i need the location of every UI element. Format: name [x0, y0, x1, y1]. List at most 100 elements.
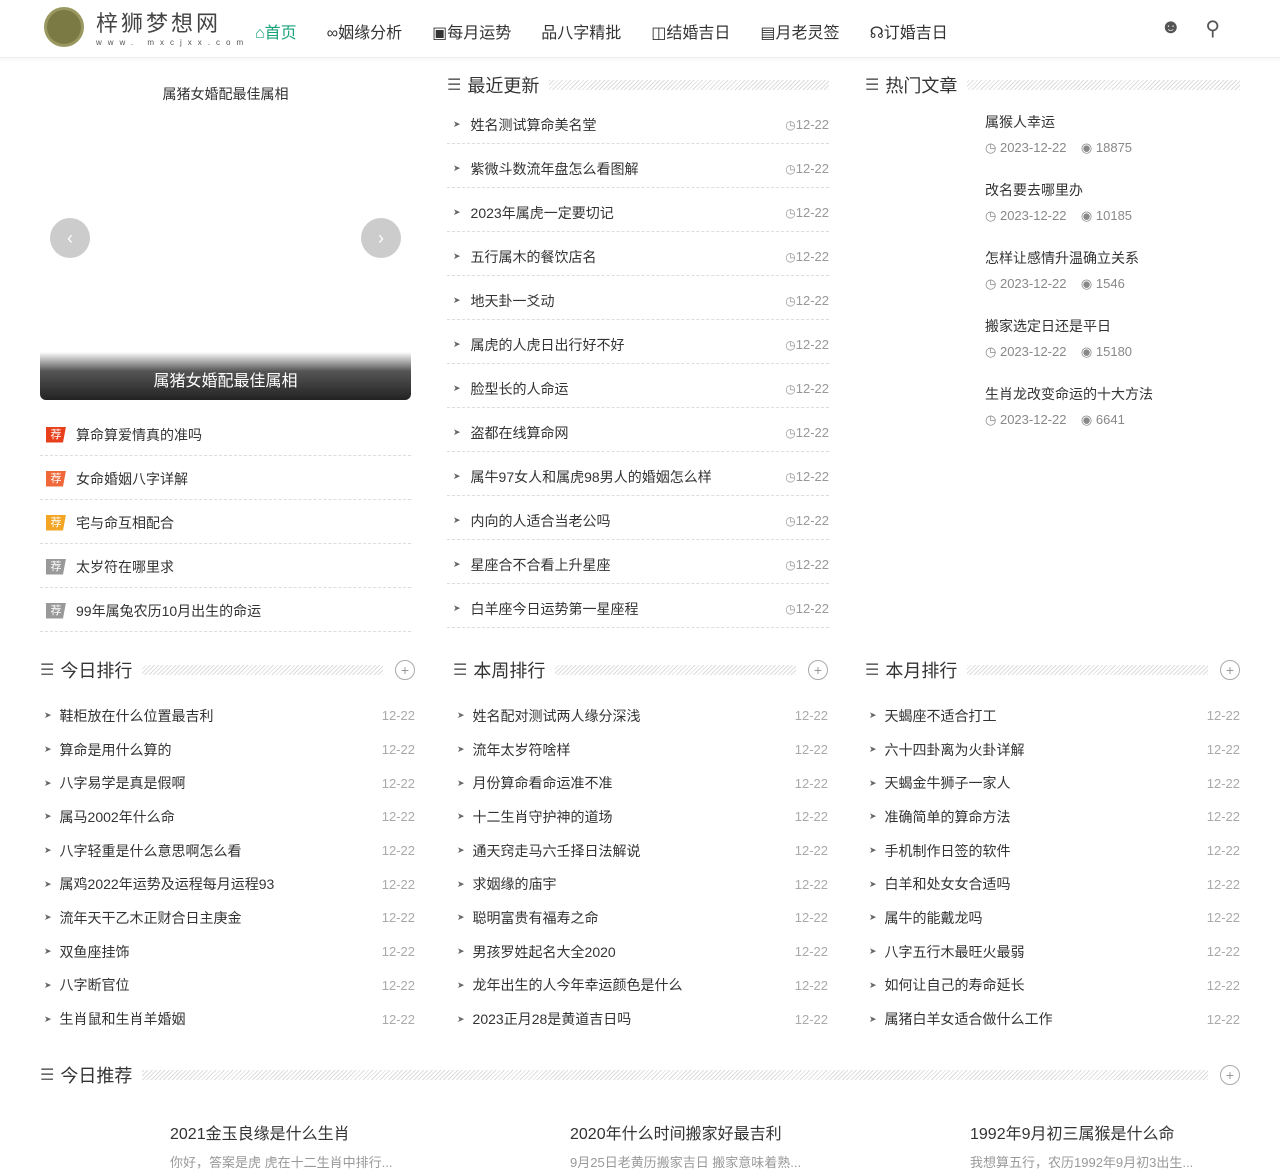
- list-item[interactable]: 生肖龙改变命运的十大方法 ◷ 2023-12-22 ◉ 6641: [985, 372, 1240, 440]
- item-title[interactable]: 属马2002年什么命: [60, 807, 382, 827]
- list-item[interactable]: ➤ 十二生肖守护神的道场 12-22: [453, 800, 828, 834]
- more-button[interactable]: +: [1220, 660, 1240, 680]
- item-title[interactable]: 十二生肖守护神的道场: [473, 807, 795, 827]
- item-title[interactable]: 属猪白羊女适合做什么工作: [885, 1009, 1207, 1029]
- list-item[interactable]: ➤ 内向的人适合当老公吗 ◷ 12-22: [447, 496, 829, 540]
- item-title[interactable]: 紫微斗数流年盘怎么看图解: [471, 159, 786, 179]
- list-item[interactable]: ➤ 准确简单的算命方法 12-22: [865, 800, 1240, 834]
- item-title[interactable]: 地天卦一爻动: [471, 291, 786, 311]
- more-button[interactable]: +: [808, 660, 828, 680]
- item-title[interactable]: 聪明富贵有福寿之命: [473, 908, 795, 928]
- list-item[interactable]: ➤ 属马2002年什么命 12-22: [40, 800, 415, 834]
- item-title[interactable]: 八字断官位: [60, 975, 382, 995]
- list-item[interactable]: 荐算命算爱情真的准吗: [40, 412, 411, 456]
- list-item[interactable]: ➤ 月份算命看命运准不准 12-22: [453, 766, 828, 800]
- logo[interactable]: 梓狮梦想网 www. mxcjxx.com: [44, 6, 249, 47]
- list-item[interactable]: ➤ 流年天干乙木正财合日主庚金 12-22: [40, 901, 415, 935]
- list-item[interactable]: ➤ 手机制作日签的软件 12-22: [865, 834, 1240, 868]
- item-title[interactable]: 2023年属虎一定要切记: [471, 203, 786, 223]
- list-item[interactable]: ➤ 白羊和处女女合适吗 12-22: [865, 867, 1240, 901]
- list-item[interactable]: ➤ 流年太岁符啥样 12-22: [453, 733, 828, 767]
- carousel-next-button[interactable]: ›: [361, 218, 401, 258]
- nav-item[interactable]: ▣每月运势: [432, 19, 511, 43]
- list-item[interactable]: ➤ 五行属木的餐饮店名 ◷ 12-22: [447, 232, 829, 276]
- list-item[interactable]: ➤ 属牛97女人和属虎98男人的婚姻怎么样 ◷ 12-22: [447, 452, 829, 496]
- nav-item[interactable]: ◫结婚吉日: [651, 19, 730, 43]
- item-title[interactable]: 八字轻重是什么意思啊怎么看: [60, 841, 382, 861]
- list-item[interactable]: ➤ 求姻缘的庙宇 12-22: [453, 867, 828, 901]
- list-item[interactable]: 荐 99年属兔农历10月出生的命运: [40, 588, 411, 632]
- list-item[interactable]: ➤ 八字轻重是什么意思啊怎么看 12-22: [40, 834, 415, 868]
- item-title[interactable]: 改名要去哪里办: [985, 180, 1240, 200]
- user-icon[interactable]: ☻: [1160, 16, 1181, 41]
- item-title[interactable]: 内向的人适合当老公吗: [471, 511, 786, 531]
- list-item[interactable]: ➤ 八字五行木最旺火最弱 12-22: [865, 935, 1240, 969]
- list-item[interactable]: ➤ 八字易学是真是假啊 12-22: [40, 766, 415, 800]
- nav-item[interactable]: ☊订婚吉日: [870, 19, 948, 43]
- item-title[interactable]: 手机制作日签的软件: [885, 841, 1207, 861]
- list-item[interactable]: ➤ 星座合不合看上升星座 ◷ 12-22: [447, 540, 829, 584]
- item-title[interactable]: 天蝎金牛狮子一家人: [885, 773, 1207, 793]
- item-title[interactable]: 姓名配对测试两人缘分深浅: [473, 706, 795, 726]
- item-title[interactable]: 流年天干乙木正财合日主庚金: [60, 908, 382, 928]
- item-title[interactable]: 准确简单的算命方法: [885, 807, 1207, 827]
- recommend-card[interactable]: 2021金玉良缘是什么生肖 你好，答案是虎 虎在十二生肖中排行...: [40, 1120, 440, 1171]
- item-title[interactable]: 算命算爱情真的准吗: [76, 425, 202, 445]
- list-item[interactable]: ➤ 属猪白羊女适合做什么工作 12-22: [865, 1002, 1240, 1036]
- item-title[interactable]: 属鸡2022年运势及运程每月运程93: [60, 874, 382, 894]
- item-title[interactable]: 通天窍走马六壬择日法解说: [473, 841, 795, 861]
- list-item[interactable]: ➤ 地天卦一爻动 ◷ 12-22: [447, 276, 829, 320]
- item-title[interactable]: 姓名测试算命美名堂: [471, 115, 786, 135]
- list-item[interactable]: ➤ 脸型长的人命运 ◷ 12-22: [447, 364, 829, 408]
- item-title[interactable]: 如何让自己的寿命延长: [885, 975, 1207, 995]
- item-title[interactable]: 生肖龙改变命运的十大方法: [985, 384, 1240, 404]
- nav-item[interactable]: ∞姻缘分析: [327, 19, 402, 43]
- recommend-card[interactable]: 1992年9月初三属猴是什么命 我想算五行，农历1992年9月初3出生...: [840, 1120, 1240, 1171]
- carousel-prev-button[interactable]: ‹: [50, 218, 90, 258]
- item-title[interactable]: 六十四卦离为火卦详解: [885, 740, 1207, 760]
- list-item[interactable]: ➤ 姓名配对测试两人缘分深浅 12-22: [453, 699, 828, 733]
- card-title[interactable]: 2020年什么时间搬家好最吉利: [570, 1120, 840, 1144]
- list-item[interactable]: ➤ 2023年属虎一定要切记 ◷ 12-22: [447, 188, 829, 232]
- item-title[interactable]: 天蝎座不适合打工: [885, 706, 1207, 726]
- card-title[interactable]: 2021金玉良缘是什么生肖: [170, 1120, 440, 1144]
- list-item[interactable]: ➤ 2023正月28是黄道吉日吗 12-22: [453, 1002, 828, 1036]
- item-title[interactable]: 宅与命互相配合: [76, 513, 174, 533]
- list-item[interactable]: ➤ 紫微斗数流年盘怎么看图解 ◷ 12-22: [447, 144, 829, 188]
- item-title[interactable]: 脸型长的人命运: [471, 379, 786, 399]
- item-title[interactable]: 2023正月28是黄道吉日吗: [473, 1009, 795, 1029]
- recommend-card[interactable]: 2020年什么时间搬家好最吉利 9月25日老黄历搬家吉日 搬家意味着熟...: [440, 1120, 840, 1171]
- list-item[interactable]: ➤ 龙年出生的人今年幸运颜色是什么 12-22: [453, 969, 828, 1003]
- item-title[interactable]: 星座合不合看上升星座: [471, 555, 786, 575]
- list-item[interactable]: ➤ 算命是用什么算的 12-22: [40, 733, 415, 767]
- more-button[interactable]: +: [1220, 1065, 1240, 1085]
- item-title[interactable]: 属牛97女人和属虎98男人的婚姻怎么样: [471, 467, 786, 487]
- list-item[interactable]: ➤ 六十四卦离为火卦详解 12-22: [865, 733, 1240, 767]
- card-title[interactable]: 1992年9月初三属猴是什么命: [970, 1120, 1240, 1144]
- list-item[interactable]: ➤ 天蝎金牛狮子一家人 12-22: [865, 766, 1240, 800]
- item-title[interactable]: 五行属木的餐饮店名: [471, 247, 786, 267]
- list-item[interactable]: 怎样让感情升温确立关系 ◷ 2023-12-22 ◉ 1546: [985, 236, 1240, 304]
- list-item[interactable]: ➤ 属牛的能戴龙吗 12-22: [865, 901, 1240, 935]
- nav-item[interactable]: 品八字精批: [541, 19, 621, 43]
- nav-item[interactable]: ▤月老灵签: [760, 19, 839, 43]
- list-item[interactable]: ➤ 八字断官位 12-22: [40, 969, 415, 1003]
- item-title[interactable]: 属虎的人虎日出行好不好: [471, 335, 786, 355]
- list-item[interactable]: ➤ 如何让自己的寿命延长 12-22: [865, 969, 1240, 1003]
- item-title[interactable]: 月份算命看命运准不准: [473, 773, 795, 793]
- more-button[interactable]: +: [395, 660, 415, 680]
- list-item[interactable]: ➤ 属鸡2022年运势及运程每月运程93 12-22: [40, 867, 415, 901]
- list-item[interactable]: ➤ 聪明富贵有福寿之命 12-22: [453, 901, 828, 935]
- item-title[interactable]: 生肖鼠和生肖羊婚姻: [60, 1009, 382, 1029]
- item-title[interactable]: 属猴人幸运: [985, 112, 1240, 132]
- list-item[interactable]: ➤ 姓名测试算命美名堂 ◷ 12-22: [447, 100, 829, 144]
- item-title[interactable]: 双鱼座挂饰: [60, 942, 382, 962]
- list-item[interactable]: ➤ 属虎的人虎日出行好不好 ◷ 12-22: [447, 320, 829, 364]
- item-title[interactable]: 龙年出生的人今年幸运颜色是什么: [473, 975, 795, 995]
- carousel[interactable]: 属猪女婚配最佳属相 ‹ › 属猪女婚配最佳属相: [40, 70, 411, 400]
- list-item[interactable]: ➤ 白羊座今日运势第一星座程 ◷ 12-22: [447, 584, 829, 628]
- list-item[interactable]: 荐太岁符在哪里求: [40, 544, 411, 588]
- nav-item[interactable]: ⌂首页: [255, 19, 297, 43]
- list-item[interactable]: 改名要去哪里办 ◷ 2023-12-22 ◉ 10185: [985, 168, 1240, 236]
- list-item[interactable]: 搬家选定日还是平日 ◷ 2023-12-22 ◉ 15180: [985, 304, 1240, 372]
